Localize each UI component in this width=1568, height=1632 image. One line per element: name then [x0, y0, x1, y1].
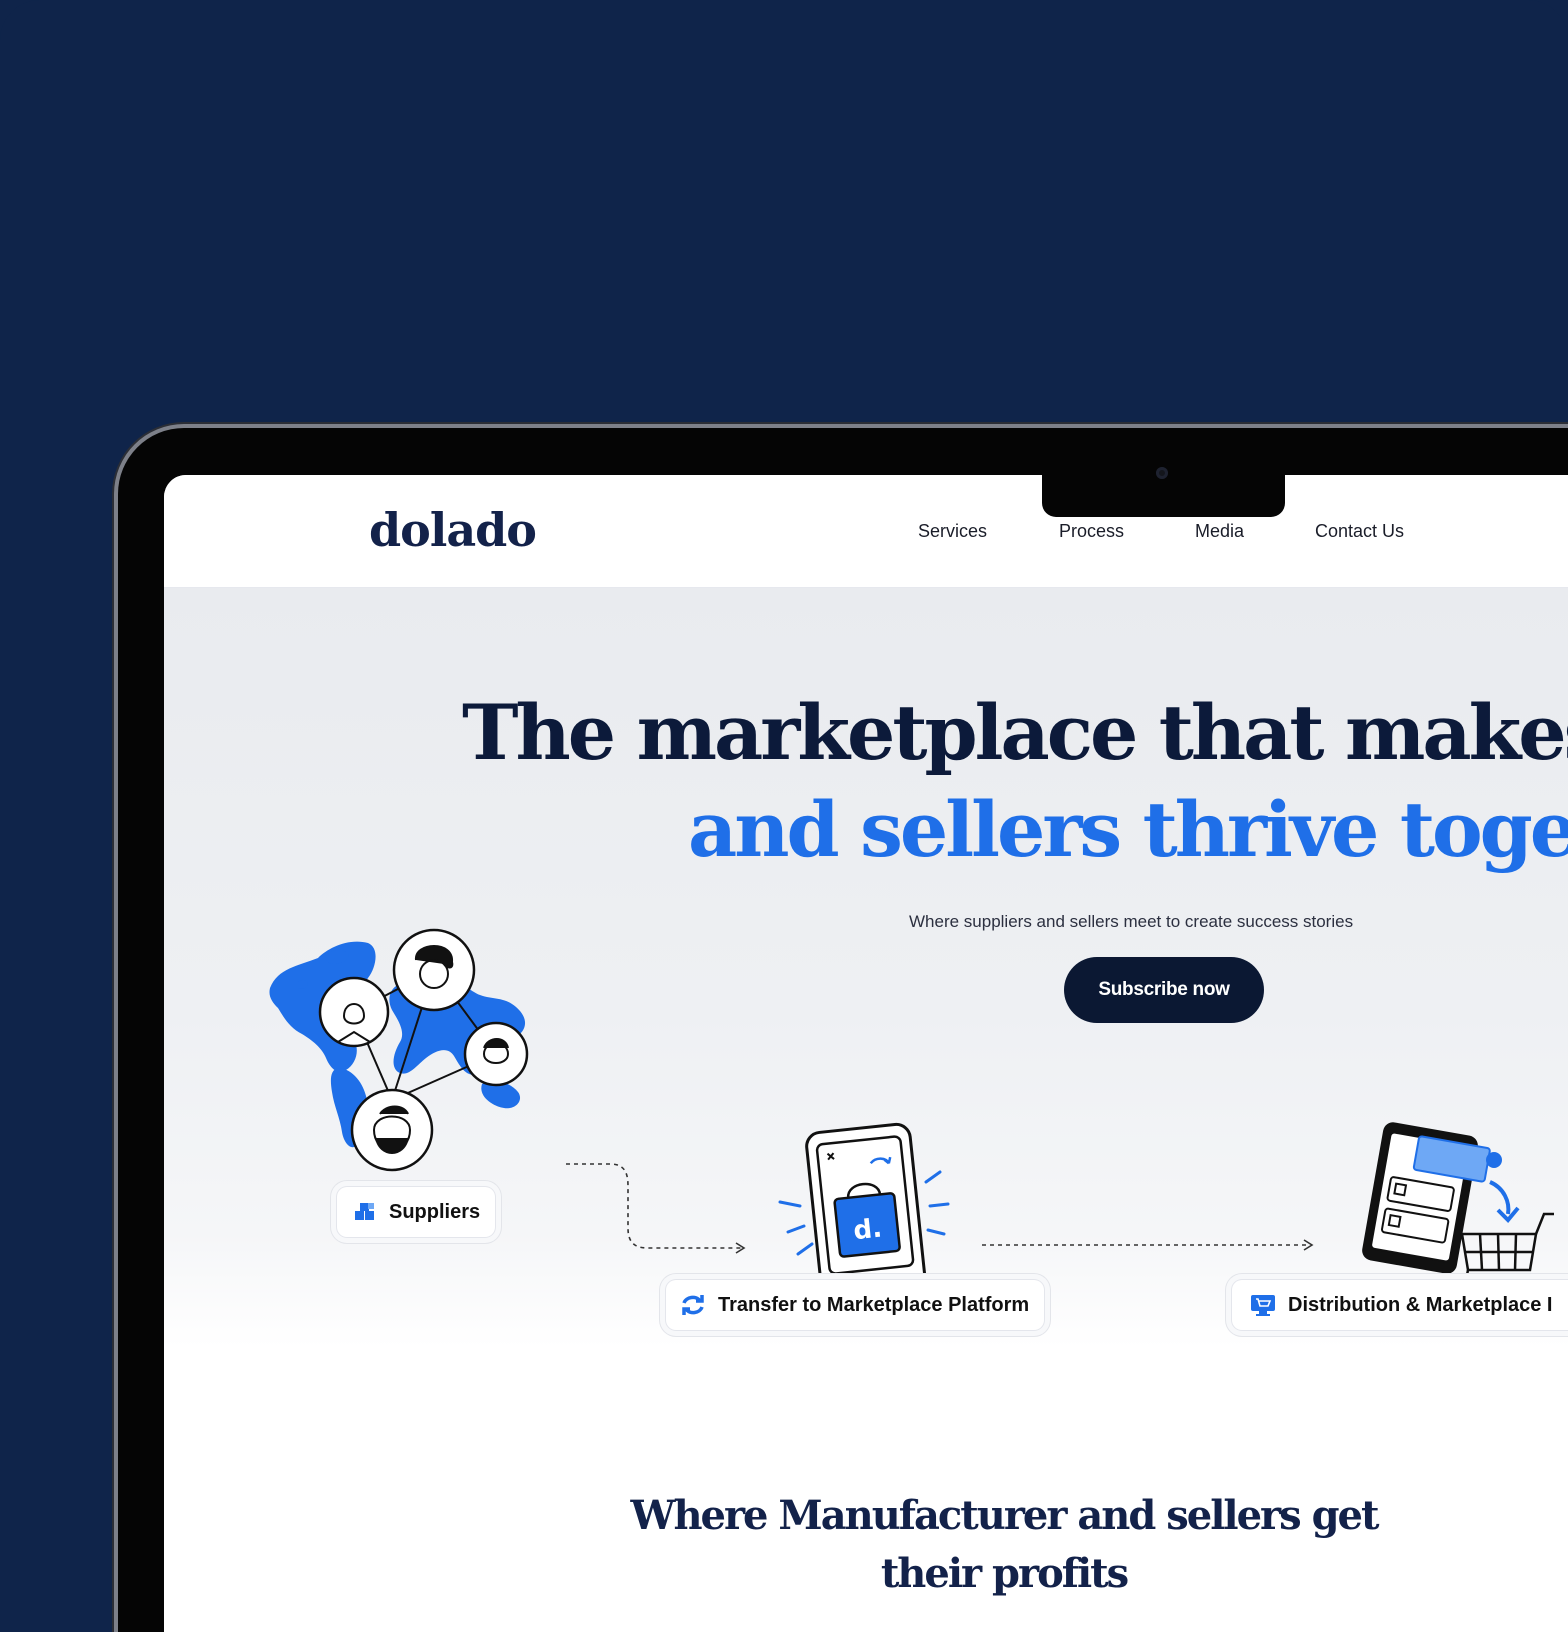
hero-headline-line1-text: The marketplace that makes [462, 688, 1568, 777]
screen-notch [1042, 475, 1285, 517]
hero-subtitle: Where suppliers and sellers meet to crea… [909, 912, 1354, 931]
background-canvas: dolado Services Process Media Contact Us… [0, 0, 1568, 1632]
monitor-cart-icon [1250, 1293, 1276, 1317]
site-header: dolado Services Process Media Contact Us [164, 475, 1568, 588]
distribution-label: Distribution & Marketplace I [1288, 1293, 1553, 1316]
camera-icon [1156, 467, 1168, 479]
flow-connector-1 [566, 1163, 746, 1254]
suppliers-label: Suppliers [389, 1200, 481, 1223]
world-map-illustration [269, 928, 529, 1172]
hero-headline-line2: and sellers thrive togeth [688, 785, 1568, 874]
subscribe-button[interactable]: Subscribe now [1064, 957, 1264, 1023]
nav-media[interactable]: Media [1195, 521, 1244, 542]
nav-contact-us[interactable]: Contact Us [1315, 521, 1404, 542]
transfer-label: Transfer to Marketplace Platform [718, 1293, 1030, 1316]
sync-icon [680, 1293, 706, 1317]
distribution-pill[interactable]: Distribution & Marketplace I [1232, 1280, 1568, 1330]
transfer-pill[interactable]: Transfer to Marketplace Platform [666, 1280, 1044, 1330]
suppliers-pill[interactable]: Suppliers [337, 1187, 495, 1237]
boxes-icon [353, 1201, 377, 1223]
hero-headline-line1: The marketplace that makes s [462, 688, 1568, 777]
brand-logo[interactable]: dolado [369, 503, 537, 557]
nav-process[interactable]: Process [1059, 521, 1124, 542]
flow-connector-2 [982, 1239, 1314, 1251]
hero-section: The marketplace that makes s and sellers… [164, 588, 1568, 1348]
nav-services[interactable]: Services [918, 521, 987, 542]
laptop-screen: dolado Services Process Media Contact Us… [164, 475, 1568, 1632]
section-heading: Where Manufacturer and sellers get their… [630, 1492, 1380, 1597]
svg-text:d.: d. [852, 1214, 883, 1247]
